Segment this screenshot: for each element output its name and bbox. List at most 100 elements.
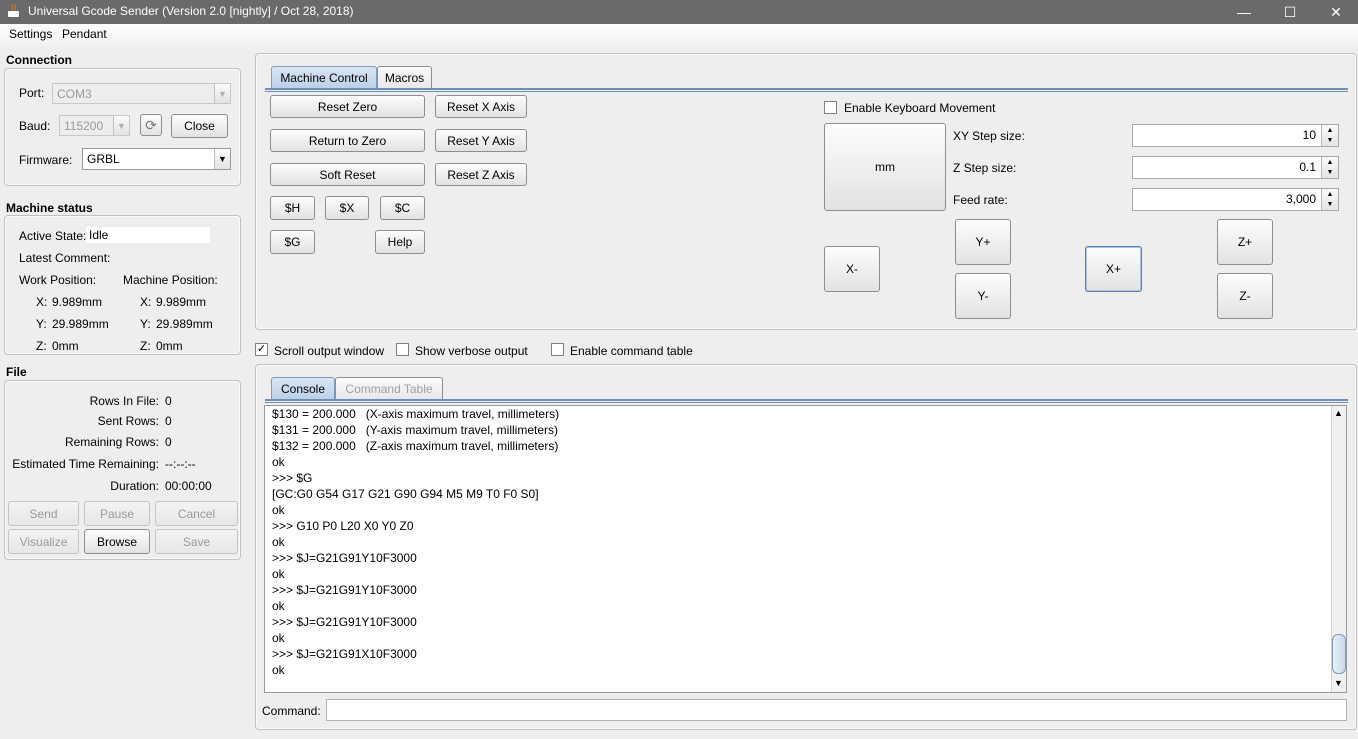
file-title: File [6,365,27,379]
console-scrollbar[interactable]: ▲ ▼ [1331,406,1346,692]
enable-keyboard-checkbox[interactable] [824,101,837,114]
tab-macros[interactable]: Macros [377,66,432,88]
console-line: ok [272,535,285,549]
latest-comment-label: Latest Comment: [19,251,111,265]
scrollbar-thumb[interactable] [1332,634,1346,674]
connection-title: Connection [6,53,72,67]
spinner-arrows[interactable]: ▲ ▼ [1321,125,1338,146]
scroll-up-icon[interactable]: ▲ [1334,408,1343,418]
firmware-select[interactable]: GRBL ▼ [82,148,231,170]
jog-z-minus-button[interactable]: Z- [1217,273,1273,319]
scroll-down-icon[interactable]: ▼ [1334,678,1343,688]
close-connection-button[interactable]: Close [171,114,228,138]
spin-down-icon[interactable]: ▼ [1322,200,1338,210]
home-command-button[interactable]: $H [270,196,315,220]
console-line: >>> $J=G21G91Y10F3000 [272,551,417,565]
jog-y-plus-button[interactable]: Y+ [955,219,1011,265]
spinner-arrows[interactable]: ▲ ▼ [1321,157,1338,178]
minimize-button[interactable]: — [1221,0,1267,24]
browse-button[interactable]: Browse [84,529,150,554]
spin-down-icon[interactable]: ▼ [1322,136,1338,146]
tab-console[interactable]: Console [271,377,335,399]
reset-zero-button[interactable]: Reset Zero [270,95,425,118]
menu-settings[interactable]: Settings [9,27,52,41]
jog-z-plus-button[interactable]: Z+ [1217,219,1273,265]
remaining-rows-label: Remaining Rows: [64,435,159,449]
chevron-down-icon: ▼ [214,149,230,169]
machine-y-label: Y: [140,317,151,331]
unlock-command-button[interactable]: $X [325,196,369,220]
help-button[interactable]: Help [375,230,425,254]
cancel-button[interactable]: Cancel [155,501,238,526]
machine-status-title: Machine status [6,201,93,215]
spin-up-icon[interactable]: ▲ [1322,158,1338,168]
refresh-ports-button[interactable]: ⟳ [140,114,162,136]
send-button[interactable]: Send [8,501,79,526]
feed-rate-spinner[interactable]: 3,000 ▲ ▼ [1132,188,1339,211]
tab-command-table[interactable]: Command Table [335,377,443,399]
console-line: >>> $J=G21G91Y10F3000 [272,615,417,629]
spin-up-icon[interactable]: ▲ [1322,190,1338,200]
machine-z-label: Z: [140,339,151,353]
units-toggle-button[interactable]: mm [824,123,946,211]
gcode-state-button[interactable]: $G [270,230,315,254]
scroll-output-checkbox[interactable]: ✓ [255,343,268,356]
work-y-value: 29.989mm [52,317,109,331]
port-select[interactable]: COM3 ▼ [52,83,231,104]
reset-y-axis-button[interactable]: Reset Y Axis [435,129,527,152]
console-line: >>> $J=G21G91Y10F3000 [272,583,417,597]
baud-label: Baud: [19,119,51,133]
console-output[interactable]: $130 = 200.000 (X-axis maximum travel, m… [264,405,1347,693]
verbose-output-label: Show verbose output [415,344,528,358]
machine-x-label: X: [140,295,152,309]
active-state-value: Idle [86,227,210,243]
xy-step-value: 10 [1302,128,1316,142]
menu-pendant[interactable]: Pendant [62,27,107,41]
firmware-value: GRBL [87,152,120,166]
work-x-value: 9.989mm [52,295,103,309]
command-input[interactable] [326,699,1347,721]
close-window-button[interactable]: ✕ [1313,0,1358,24]
reset-z-axis-button[interactable]: Reset Z Axis [435,163,527,186]
check-mode-button[interactable]: $C [380,196,425,220]
verbose-output-checkbox[interactable] [396,343,409,356]
port-label: Port: [19,86,45,100]
pause-button[interactable]: Pause [84,501,150,526]
z-step-value: 0.1 [1299,160,1316,174]
work-z-value: 0mm [52,339,79,353]
est-time-value: --:--:-- [165,457,196,471]
jog-y-minus-button[interactable]: Y- [955,273,1011,319]
z-step-spinner[interactable]: 0.1 ▲ ▼ [1132,156,1339,179]
console-line: ok [272,599,285,613]
chevron-down-icon: ▼ [113,116,129,135]
spinner-arrows[interactable]: ▲ ▼ [1321,189,1338,210]
reset-x-axis-button[interactable]: Reset X Axis [435,95,527,118]
menu-bar: Settings Pendant [0,24,1358,46]
est-time-label: Estimated Time Remaining: [12,457,159,471]
machine-position-label: Machine Position: [123,273,218,287]
jog-x-minus-button[interactable]: X- [824,246,880,292]
port-value: COM3 [57,86,92,101]
enable-keyboard-label: Enable Keyboard Movement [844,101,996,115]
console-line: $132 = 200.000 (Z-axis maximum travel, m… [272,439,559,453]
return-to-zero-button[interactable]: Return to Zero [270,129,425,152]
tab-underline [265,88,1348,92]
command-table-checkbox[interactable] [551,343,564,356]
title-bar: Universal Gcode Sender (Version 2.0 [nig… [0,0,1358,24]
visualize-button[interactable]: Visualize [8,529,79,554]
remaining-rows-value: 0 [165,435,172,449]
tab-machine-control[interactable]: Machine Control [271,66,377,88]
xy-step-spinner[interactable]: 10 ▲ ▼ [1132,124,1339,147]
save-button[interactable]: Save [155,529,238,554]
soft-reset-button[interactable]: Soft Reset [270,163,425,186]
refresh-icon: ⟳ [145,116,157,133]
console-lines: $130 = 200.000 (X-axis maximum travel, m… [272,406,1322,678]
spin-down-icon[interactable]: ▼ [1322,168,1338,178]
spin-up-icon[interactable]: ▲ [1322,126,1338,136]
duration-label: Duration: [110,479,159,493]
maximize-button[interactable]: ☐ [1267,0,1313,24]
console-line: $130 = 200.000 (X-axis maximum travel, m… [272,407,560,421]
baud-select[interactable]: 115200 ▼ [59,115,130,136]
xy-step-label: XY Step size: [953,129,1025,143]
jog-x-plus-button[interactable]: X+ [1085,246,1142,292]
